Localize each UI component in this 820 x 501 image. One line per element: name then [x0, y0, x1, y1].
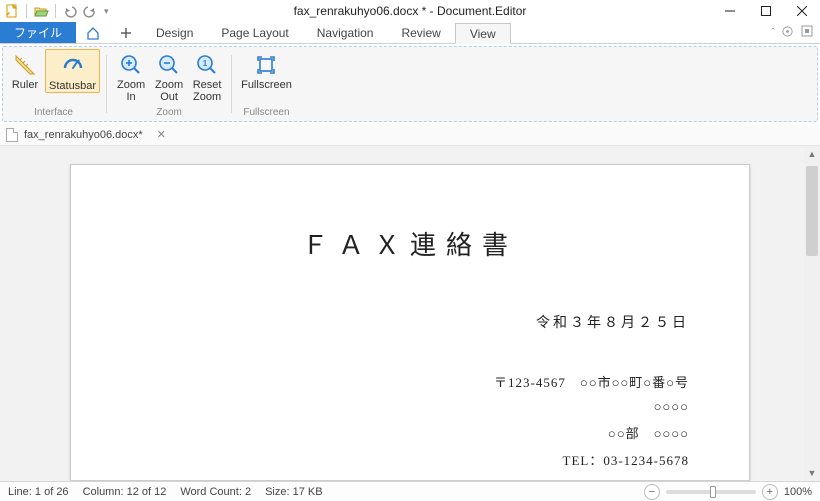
document-page[interactable]: ＦＡＸ連絡書 令和３年８月２５日 〒123-4567 ○○市○○町○番○号 ○○… — [70, 164, 750, 481]
zoom-out-button[interactable]: Zoom Out — [151, 49, 187, 103]
zoom-plus-button[interactable]: + — [762, 484, 778, 500]
vertical-scrollbar[interactable]: ▲ ▼ — [804, 146, 820, 481]
statusbar-button[interactable]: Statusbar — [45, 49, 100, 93]
collapse-ribbon-icon[interactable]: ˆ — [771, 27, 775, 39]
zoom-value: 100% — [784, 486, 812, 498]
status-size: Size: 17 KB — [265, 486, 322, 498]
ribbon: Ruler Statusbar Interface Zoom In — [2, 46, 818, 122]
menu-tabstrip: ファイル Design Page Layout Navigation Revie… — [0, 22, 820, 44]
maximize-button[interactable] — [748, 0, 784, 22]
scroll-thumb[interactable] — [806, 166, 818, 256]
ribbon-group-zoom-label: Zoom — [156, 105, 182, 119]
help-icon[interactable] — [800, 24, 814, 41]
redo-icon[interactable] — [82, 3, 98, 19]
tab-file[interactable]: ファイル — [0, 22, 76, 43]
zoom-in-button[interactable]: Zoom In — [113, 49, 149, 103]
tab-insert-icon[interactable] — [110, 22, 142, 43]
reset-zoom-button[interactable]: 1 Reset Zoom — [189, 49, 225, 103]
doc-company: ○○○○ — [131, 399, 689, 415]
doc-date: 令和３年８月２５日 — [131, 312, 689, 332]
statusbar-label: Statusbar — [49, 80, 96, 92]
tab-home-icon[interactable] — [76, 22, 110, 43]
qat-dropdown-icon[interactable]: ▾ — [104, 6, 109, 17]
document-area: ＦＡＸ連絡書 令和３年８月２５日 〒123-4567 ○○市○○町○番○号 ○○… — [0, 146, 820, 481]
fullscreen-button[interactable]: Fullscreen — [238, 49, 295, 91]
tab-design[interactable]: Design — [142, 22, 207, 43]
window-title: fax_renrakuhyo06.docx * - Document.Edito… — [294, 4, 527, 18]
document-tab-close-icon[interactable]: ✕ — [157, 128, 166, 141]
zoom-out-label: Zoom Out — [155, 79, 183, 103]
svg-text:1: 1 — [203, 59, 208, 68]
zoom-in-icon — [119, 53, 143, 77]
tab-navigation[interactable]: Navigation — [303, 22, 388, 43]
undo-icon[interactable] — [62, 3, 78, 19]
quick-access-toolbar: ▾ — [0, 3, 109, 19]
status-bar: Line: 1 of 26 Column: 12 of 12 Word Coun… — [0, 481, 820, 501]
ruler-icon — [13, 53, 37, 77]
status-words: Word Count: 2 — [180, 486, 251, 498]
ribbon-group-zoom: Zoom In Zoom Out 1 Reset Zoom Zoom — [113, 49, 225, 119]
settings-icon[interactable] — [781, 25, 794, 41]
doc-address: 〒123-4567 ○○市○○町○番○号 — [131, 372, 689, 391]
reset-zoom-icon: 1 — [195, 53, 219, 77]
document-tab-bar: fax_renrakuhyo06.docx* ✕ — [0, 124, 820, 146]
ribbon-group-fullscreen: Fullscreen Fullscreen — [238, 49, 295, 119]
zoom-minus-button[interactable]: − — [644, 484, 660, 500]
zoom-slider[interactable] — [666, 490, 756, 494]
title-bar: ▾ fax_renrakuhyo06.docx * - Document.Edi… — [0, 0, 820, 22]
ribbon-group-interface-label: Interface — [34, 105, 73, 119]
zoom-control: − + 100% — [644, 484, 812, 500]
tab-page-layout[interactable]: Page Layout — [207, 22, 302, 43]
document-tab-name[interactable]: fax_renrakuhyo06.docx* — [24, 129, 143, 141]
doc-tel: TEL：03-1234-5678 — [131, 450, 689, 469]
tab-view[interactable]: View — [455, 23, 511, 44]
zoom-slider-thumb[interactable] — [710, 486, 716, 498]
status-column: Column: 12 of 12 — [83, 486, 167, 498]
status-line: Line: 1 of 26 — [8, 486, 69, 498]
ruler-label: Ruler — [12, 79, 38, 91]
scroll-down-icon[interactable]: ▼ — [804, 465, 820, 481]
minimize-button[interactable] — [712, 0, 748, 22]
new-doc-icon[interactable] — [4, 3, 20, 19]
zoom-in-label: Zoom In — [117, 79, 145, 103]
ruler-button[interactable]: Ruler — [7, 49, 43, 91]
tab-review[interactable]: Review — [387, 22, 454, 43]
window-controls — [712, 0, 820, 22]
fullscreen-label: Fullscreen — [241, 79, 292, 91]
doc-dept: ○○部 ○○○○ — [131, 423, 689, 442]
reset-zoom-label: Reset Zoom — [193, 79, 222, 103]
doc-title: ＦＡＸ連絡書 — [131, 225, 689, 262]
ribbon-group-fullscreen-label: Fullscreen — [243, 105, 289, 119]
zoom-out-icon — [157, 53, 181, 77]
scroll-up-icon[interactable]: ▲ — [804, 146, 820, 162]
document-icon — [6, 128, 18, 142]
statusbar-icon — [61, 54, 85, 78]
ribbon-group-interface: Ruler Statusbar Interface — [7, 49, 100, 119]
close-button[interactable] — [784, 0, 820, 22]
open-icon[interactable] — [33, 3, 49, 19]
fullscreen-icon — [254, 53, 278, 77]
